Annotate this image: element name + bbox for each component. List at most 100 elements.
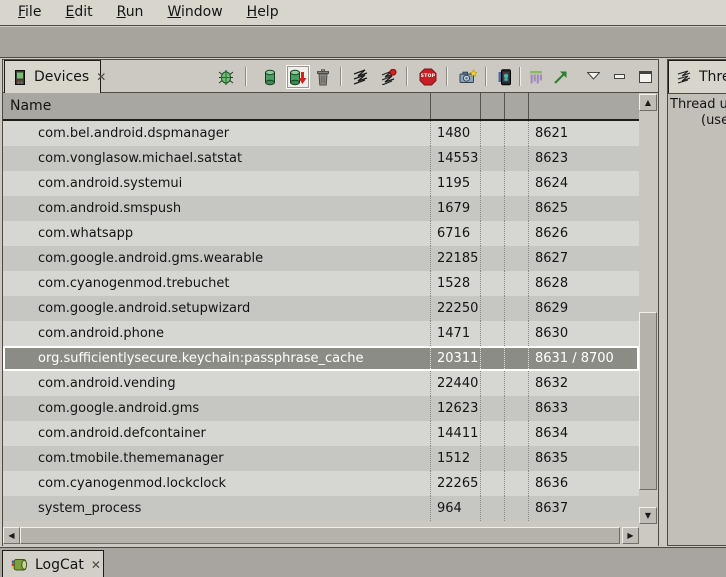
- process-pid: 22440: [430, 371, 480, 396]
- maximize-button[interactable]: [638, 70, 652, 83]
- debug-process-button[interactable]: [217, 68, 235, 86]
- table-row[interactable]: com.android.systemui 1195 8624: [3, 171, 639, 196]
- process-port: 8625: [528, 196, 639, 221]
- green-arrow-icon: [553, 69, 569, 85]
- start-opengl-trace-button[interactable]: [552, 68, 570, 86]
- blank-cell: [480, 496, 504, 521]
- blank-cell: [480, 121, 504, 146]
- process-name: com.vonglasow.michael.satstat: [3, 146, 430, 171]
- process-pid: 1528: [430, 271, 480, 296]
- blank-cell: [504, 321, 528, 346]
- start-method-profiling-button[interactable]: [379, 68, 397, 86]
- process-name: com.android.defcontainer: [3, 421, 430, 446]
- threads-message-line1: Thread updates not enabled for selected …: [670, 97, 726, 112]
- horizontal-scrollbar[interactable]: ◀ ▶: [3, 527, 639, 544]
- screen-capture-button[interactable]: [459, 68, 477, 86]
- process-name: com.cyanogenmod.lockclock: [3, 471, 430, 496]
- scroll-up-button[interactable]: ▲: [639, 94, 657, 111]
- blank-cell: [504, 246, 528, 271]
- column-header-pid[interactable]: [430, 93, 480, 119]
- blank-cell: [504, 371, 528, 396]
- tab-threads[interactable]: Threads: [668, 60, 726, 93]
- trash-icon: [316, 69, 330, 86]
- table-row[interactable]: com.cyanogenmod.lockclock 22265 8636: [3, 471, 639, 496]
- scroll-left-button[interactable]: ◀: [3, 527, 20, 544]
- horizontal-scroll-thumb[interactable]: [20, 527, 620, 544]
- devices-view: Devices ✕: [2, 59, 659, 546]
- process-port: 8631 / 8700: [528, 346, 639, 371]
- process-pid: 1679: [430, 196, 480, 221]
- blank-cell: [504, 396, 528, 421]
- minimize-button[interactable]: [612, 70, 626, 82]
- table-row[interactable]: system_process 964 8637: [3, 496, 639, 521]
- blank-cell: [504, 146, 528, 171]
- process-name: com.bel.android.dspmanager: [3, 121, 430, 146]
- blank-cell: [504, 171, 528, 196]
- heap-dump-icon: [289, 69, 307, 86]
- process-name: system_process: [3, 496, 430, 521]
- table-row[interactable]: com.google.android.setupwizard 22250 862…: [3, 296, 639, 321]
- table-row[interactable]: com.whatsapp 6716 8626: [3, 221, 639, 246]
- process-port: 8630: [528, 321, 639, 346]
- process-pid: 20311: [430, 346, 480, 371]
- process-pid: 1512: [430, 446, 480, 471]
- menu-run[interactable]: Run: [105, 1, 156, 24]
- table-row[interactable]: com.google.android.gms.wearable 22185 86…: [3, 246, 639, 271]
- table-row[interactable]: org.sufficientlysecure.keychain:passphra…: [3, 346, 639, 371]
- capture-device-view-button[interactable]: [496, 68, 514, 86]
- process-pid: 22265: [430, 471, 480, 496]
- menu-edit[interactable]: Edit: [53, 1, 104, 24]
- table-row[interactable]: com.bel.android.dspmanager 1480 8621: [3, 121, 639, 146]
- process-table: Name com.bel.android.dspmanager 1480 862…: [3, 93, 658, 546]
- blank-cell: [480, 171, 504, 196]
- blank-cell: [480, 146, 504, 171]
- process-pid: 14553: [430, 146, 480, 171]
- column-header-blank2[interactable]: [504, 93, 528, 119]
- tab-threads-label: Threads: [699, 69, 726, 85]
- table-row[interactable]: com.android.smspush 1679 8625: [3, 196, 639, 221]
- view-menu-button[interactable]: [585, 70, 601, 82]
- menu-help[interactable]: Help: [235, 1, 291, 24]
- blank-cell: [480, 271, 504, 296]
- tab-logcat[interactable]: LogCat ✕: [2, 550, 104, 577]
- process-name: com.android.vending: [3, 371, 430, 396]
- blank-cell: [504, 421, 528, 446]
- process-name: com.android.smspush: [3, 196, 430, 221]
- bottom-tab-strip: LogCat ✕: [0, 547, 726, 577]
- table-row[interactable]: com.android.phone 1471 8630: [3, 321, 639, 346]
- blank-cell: [504, 271, 528, 296]
- close-icon[interactable]: ✕: [91, 559, 101, 571]
- vertical-scroll-thumb[interactable]: [639, 312, 657, 490]
- update-heap-button[interactable]: [261, 68, 279, 86]
- scroll-down-button[interactable]: ▼: [639, 507, 657, 524]
- threads-view: Threads Thread updates not enabled for s…: [667, 59, 726, 546]
- process-port: 8635: [528, 446, 639, 471]
- process-pid: 6716: [430, 221, 480, 246]
- capture-systrace-button[interactable]: [527, 68, 545, 86]
- blank-cell: [504, 446, 528, 471]
- menu-file[interactable]: File: [6, 1, 53, 24]
- table-row[interactable]: com.android.vending 22440 8632: [3, 371, 639, 396]
- table-row[interactable]: com.cyanogenmod.trebuchet 1528 8628: [3, 271, 639, 296]
- dump-hprof-button[interactable]: [286, 65, 310, 89]
- stop-process-button[interactable]: STOP: [419, 68, 437, 86]
- table-row[interactable]: com.tmobile.thememanager 1512 8635: [3, 446, 639, 471]
- vertical-scrollbar[interactable]: ▲ ▼: [639, 94, 657, 524]
- blank-cell: [480, 346, 504, 371]
- menu-window[interactable]: Window: [155, 1, 234, 24]
- cause-gc-button[interactable]: [314, 68, 332, 86]
- update-threads-button[interactable]: [351, 68, 369, 86]
- scroll-right-button[interactable]: ▶: [622, 527, 639, 544]
- column-header-port[interactable]: [528, 93, 639, 119]
- debug-bug-icon: [217, 69, 235, 86]
- blank-cell: [480, 396, 504, 421]
- menu-bar: File Edit Run Window Help: [0, 0, 726, 26]
- table-row[interactable]: com.vonglasow.michael.satstat 14553 8623: [3, 146, 639, 171]
- threads-tab-icon: [677, 70, 692, 84]
- column-header-blank1[interactable]: [480, 93, 504, 119]
- table-row[interactable]: com.google.android.gms 12623 8633: [3, 396, 639, 421]
- column-header-name[interactable]: Name: [3, 93, 430, 119]
- process-pid: 1195: [430, 171, 480, 196]
- blank-cell: [504, 121, 528, 146]
- table-row[interactable]: com.android.defcontainer 14411 8634: [3, 421, 639, 446]
